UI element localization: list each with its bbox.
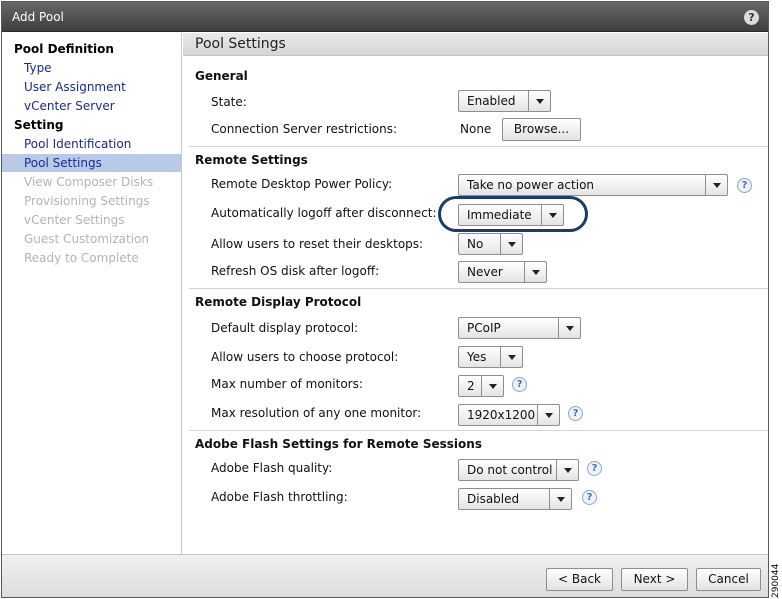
choose-protocol-dropdown-value: Yes <box>467 350 487 364</box>
chevron-down-icon <box>558 318 580 338</box>
choose-protocol-dropdown[interactable]: Yes <box>458 346 523 368</box>
choose-protocol-label: Allow users to choose protocol: <box>211 350 399 364</box>
sidebar-item-ready-to-complete: Ready to Complete <box>24 251 139 265</box>
highlight-oval <box>438 196 588 232</box>
chevron-down-icon <box>500 347 522 367</box>
sidebar-heading-setting: Setting <box>14 118 64 132</box>
flash-throttling-label: Adobe Flash throttling: <box>211 490 348 504</box>
chevron-down-icon <box>500 234 522 254</box>
page-title: Pool Settings <box>195 36 286 52</box>
max-resolution-dropdown-value: 1920x1200 <box>467 408 536 422</box>
sidebar-heading-pool-definition: Pool Definition <box>14 42 114 56</box>
back-button[interactable]: < Back <box>546 568 613 591</box>
sidebar-item-vcenter-server[interactable]: vCenter Server <box>2 97 181 115</box>
max-resolution-label: Max resolution of any one monitor: <box>211 406 422 420</box>
refresh-os-disk-dropdown-value: Never <box>467 265 503 279</box>
help-icon[interactable]: ? <box>568 406 583 421</box>
allow-reset-dropdown[interactable]: No <box>458 233 523 255</box>
sidebar-item-type[interactable]: Type <box>2 59 181 77</box>
sidebar-item-vcenter-settings: vCenter Settings <box>24 213 125 227</box>
power-policy-label: Remote Desktop Power Policy: <box>211 177 393 191</box>
sidebar-item-user-assignment[interactable]: User Assignment <box>2 78 181 96</box>
state-dropdown-value: Enabled <box>467 94 516 108</box>
sidebar-item-pool-identification[interactable]: Pool Identification <box>2 135 181 153</box>
chevron-down-icon <box>481 376 503 396</box>
connection-server-restrictions-value: None <box>460 122 492 136</box>
power-policy-dropdown-value: Take no power action <box>467 178 595 192</box>
sidebar-item-guest-customization: Guest Customization <box>24 232 150 246</box>
refresh-os-disk-label: Refresh OS disk after logoff: <box>211 264 380 278</box>
help-icon[interactable]: ? <box>744 10 759 25</box>
cancel-button[interactable]: Cancel <box>696 568 761 591</box>
allow-reset-dropdown-value: No <box>467 237 484 251</box>
help-icon[interactable]: ? <box>512 377 527 392</box>
window-title: Add Pool <box>12 10 64 24</box>
section-divider <box>189 430 768 431</box>
help-icon[interactable]: ? <box>587 461 602 476</box>
chevron-down-icon <box>556 460 578 480</box>
wizard-sidebar: Pool Definition Type User Assignment vCe… <box>2 33 182 554</box>
allow-reset-label: Allow users to reset their desktops: <box>211 237 424 251</box>
help-icon[interactable]: ? <box>582 490 597 505</box>
add-pool-dialog: Add Pool ? Pool Definition Type User Ass… <box>1 1 769 598</box>
flash-quality-dropdown-value: Do not control <box>467 463 553 477</box>
sidebar-item-pool-settings[interactable]: Pool Settings <box>2 154 181 172</box>
default-protocol-label: Default display protocol: <box>211 321 359 335</box>
default-protocol-dropdown-value: PCoIP <box>467 321 501 335</box>
state-label: State: <box>211 95 247 109</box>
section-divider <box>189 146 768 147</box>
max-monitors-dropdown[interactable]: 2 <box>458 375 504 397</box>
next-button[interactable]: Next > <box>621 568 688 591</box>
section-adobe-flash-title: Adobe Flash Settings for Remote Sessions <box>195 437 482 451</box>
max-resolution-dropdown[interactable]: 1920x1200 <box>458 404 560 426</box>
max-monitors-dropdown-value: 2 <box>467 379 475 393</box>
max-monitors-label: Max number of monitors: <box>211 377 363 391</box>
section-divider <box>189 288 768 289</box>
power-policy-dropdown[interactable]: Take no power action <box>458 174 728 196</box>
chevron-down-icon <box>537 405 559 425</box>
section-display-protocol-title: Remote Display Protocol <box>195 295 362 309</box>
flash-quality-label: Adobe Flash quality: <box>211 461 333 475</box>
flash-quality-dropdown[interactable]: Do not control <box>458 459 579 481</box>
sidebar-item-view-composer-disks: View Composer Disks <box>24 175 154 189</box>
flash-throttling-dropdown-value: Disabled <box>467 492 520 506</box>
sidebar-item-provisioning-settings: Provisioning Settings <box>24 194 150 208</box>
browse-button[interactable]: Browse... <box>502 118 581 141</box>
chevron-down-icon <box>549 489 571 509</box>
default-protocol-dropdown[interactable]: PCoIP <box>458 317 581 339</box>
main-panel: Pool Settings General State: Enabled Con… <box>183 33 768 554</box>
page-header: Pool Settings <box>183 33 768 56</box>
refresh-os-disk-dropdown[interactable]: Never <box>458 261 547 283</box>
chevron-down-icon <box>524 262 546 282</box>
figure-id: 290044 <box>771 563 781 598</box>
section-general-title: General <box>195 69 248 83</box>
auto-logoff-label: Automatically logoff after disconnect: <box>211 206 437 220</box>
state-dropdown[interactable]: Enabled <box>458 90 551 112</box>
wizard-footer: < Back Next > Cancel <box>2 554 768 597</box>
help-icon[interactable]: ? <box>737 178 752 193</box>
chevron-down-icon <box>528 91 550 111</box>
connection-server-restrictions-label: Connection Server restrictions: <box>211 122 398 136</box>
section-remote-settings-title: Remote Settings <box>195 153 308 167</box>
flash-throttling-dropdown[interactable]: Disabled <box>458 488 572 510</box>
title-bar: Add Pool ? <box>2 2 768 32</box>
chevron-down-icon <box>705 175 727 195</box>
